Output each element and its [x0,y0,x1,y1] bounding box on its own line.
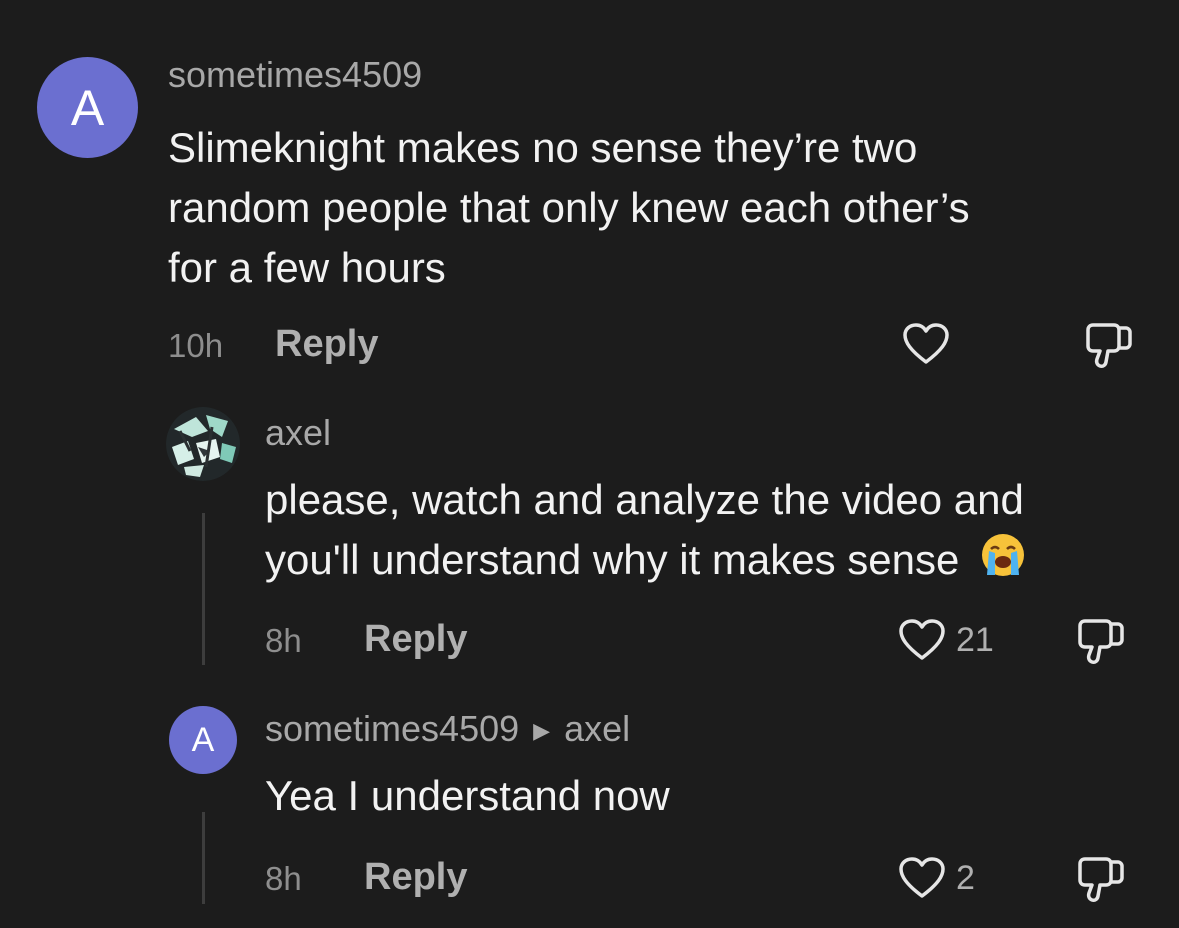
comment-text-line: you'll understand why it makes sense [265,536,960,583]
like-button[interactable] [902,322,950,366]
comment-text: Yea I understand now [265,766,670,826]
comment-text-line: for a few hours [168,244,446,291]
dislike-icon [1078,857,1124,902]
dislike-button[interactable] [1076,618,1126,671]
reply-button[interactable]: Reply [275,323,378,366]
dislike-icon [1086,323,1132,368]
comment-timestamp: 10h [168,327,224,364]
comment-3: A sometimes4509 ▶ axel Yea I understand no… [0,690,1179,928]
reply-to-username[interactable]: axel [564,708,630,749]
comment-text-line: Yea I understand now [265,772,670,819]
like-button[interactable]: 2 [898,856,975,900]
dislike-button[interactable] [1084,322,1134,375]
heart-icon [903,323,949,364]
heart-icon [899,619,945,660]
play-arrow-icon: ▶ [533,718,551,743]
comment-username[interactable]: sometimes4509 [168,54,422,96]
loudly-crying-face-emoji [979,531,1027,595]
comment-username[interactable]: axel [265,412,331,454]
comment-text-line: random people that only knew each other’… [168,184,970,231]
reply-button[interactable]: Reply [364,856,467,899]
comment-timestamp: 8h [265,860,302,897]
comment-username-text[interactable]: sometimes4509 [265,708,519,749]
comment-text: Slimeknight makes no sense they’re two r… [168,118,970,298]
avatar[interactable]: A [169,706,237,774]
like-button[interactable]: 21 [898,618,994,662]
like-count: 2 [956,858,975,897]
comment-text-line: you'll understand why it makes sense [265,530,1027,595]
abstract-avatar-image [166,407,240,481]
comment-timestamp: 8h [265,622,302,659]
avatar[interactable]: A [37,57,138,158]
comment-text: please, watch and analyze the video and … [265,470,1027,595]
comment-2: axel please, watch and analyze the video… [0,390,1179,690]
avatar[interactable] [166,407,240,481]
comment-1: A sometimes4509 Slimeknight makes no sen… [0,0,1179,390]
reply-button[interactable]: Reply [364,618,467,661]
comment-username[interactable]: sometimes4509 ▶ axel [265,708,630,750]
comment-text-line: please, watch and analyze the video and [265,476,1024,523]
comment-text-line: Slimeknight makes no sense they’re two [168,124,918,171]
like-count: 21 [956,620,994,659]
heart-icon [899,857,945,898]
dislike-button[interactable] [1076,856,1126,909]
dislike-icon [1078,619,1124,664]
